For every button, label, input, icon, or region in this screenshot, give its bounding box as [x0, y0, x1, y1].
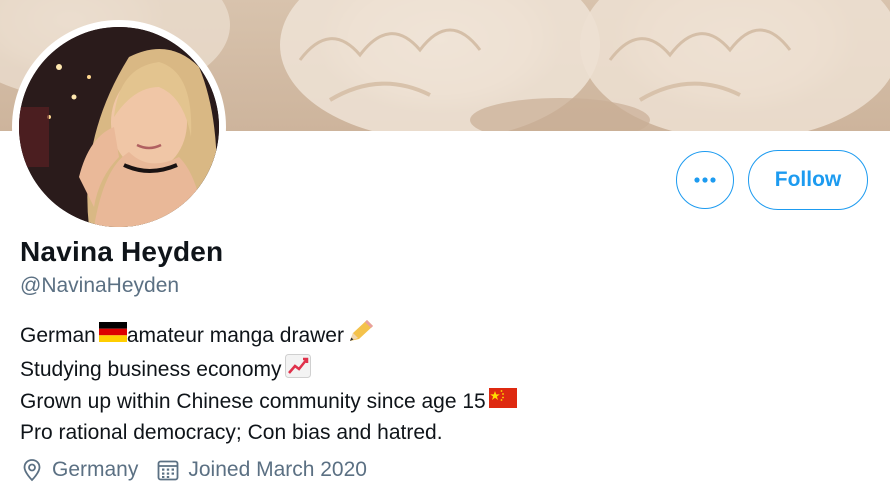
profile-bio: German amateur manga drawer Studying bus… — [20, 318, 517, 448]
user-handle: @NavinaHeyden — [20, 274, 180, 297]
bio-text-democracy: Pro rational democracy; Con bias and hat… — [20, 420, 443, 444]
joined-item: Joined March 2020 — [156, 458, 367, 482]
location-pin-icon — [23, 459, 41, 482]
bio-text-studying: Studying business economy — [20, 358, 282, 381]
bio-text-manga: amateur manga drawer — [126, 323, 344, 347]
flag-china-icon — [488, 387, 517, 418]
follow-button[interactable]: Follow — [748, 150, 868, 210]
pencil-icon — [347, 318, 375, 354]
bio-line-2: Studying business economy — [20, 353, 517, 388]
bio-line-4: Pro rational democracy; Con bias and hat… — [20, 418, 517, 449]
bio-text-german: German — [20, 323, 96, 347]
location-text: Germany — [52, 458, 139, 481]
more-options-button[interactable] — [676, 151, 734, 209]
bio-line-1: German amateur manga drawer — [20, 318, 517, 354]
bio-text-chinese-community: Grown up within Chinese community since … — [20, 390, 486, 413]
more-dots-icon — [694, 177, 716, 183]
follow-button-label: Follow — [774, 168, 842, 191]
flag-germany-icon — [98, 321, 127, 352]
chart-increasing-icon — [284, 353, 311, 388]
joined-date-text: Joined March 2020 — [188, 458, 367, 481]
location-item: Germany — [20, 458, 138, 482]
profile-meta: Germany Joined March 2020 — [20, 458, 385, 482]
avatar-photo — [19, 27, 219, 227]
bio-line-3: Grown up within Chinese community since … — [20, 387, 517, 418]
calendar-icon — [157, 460, 179, 481]
avatar[interactable] — [19, 27, 219, 227]
display-name: Navina Heyden — [20, 236, 224, 267]
